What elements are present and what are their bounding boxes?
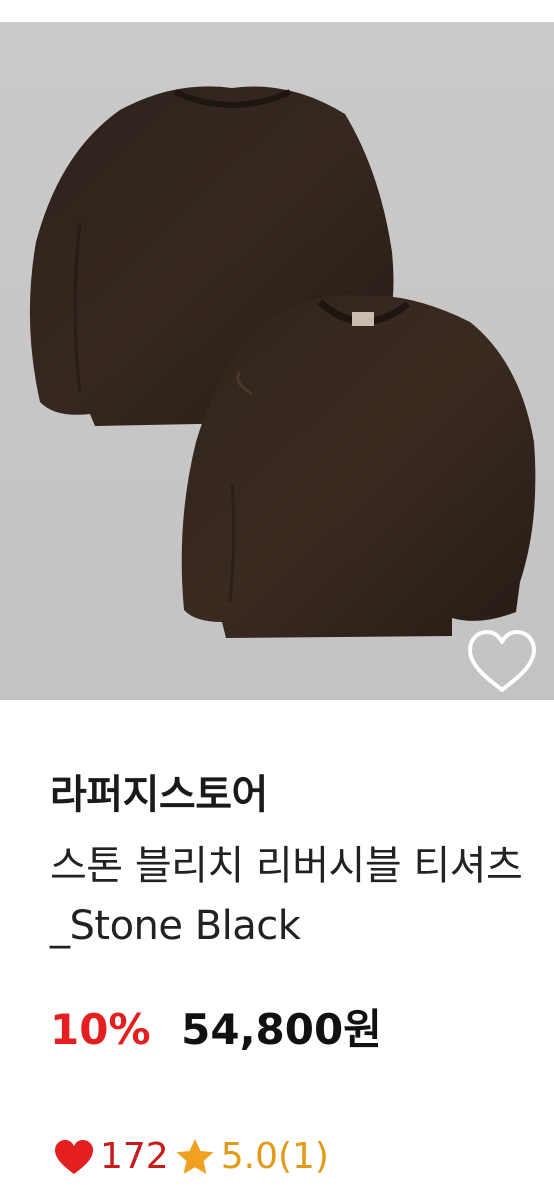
product-image[interactable] [0,22,554,700]
price-row: 10% 54,800원 [50,996,382,1057]
product-info[interactable]: 라퍼지스토어 스톤 블리치 리버시블 티셔츠_Stone Black 10% 5… [0,700,554,1200]
star-icon [173,1137,217,1177]
sale-price: 54,800원 [181,1005,382,1054]
product-stats: 172 5.0(1) [52,1136,329,1177]
rating-value: 5.0(1) [220,1136,329,1177]
like-count: 172 [100,1136,169,1177]
heart-outline-icon [468,630,536,692]
brand-name[interactable]: 라퍼지스토어 [50,762,268,820]
wishlist-heart-button[interactable] [464,626,540,696]
heart-filled-icon [52,1137,96,1177]
discount-rate: 10% [50,1005,151,1054]
top-strip [0,0,554,22]
product-title[interactable]: 스톤 블리치 리버시블 티셔츠_Stone Black [50,836,530,956]
product-photo [0,22,554,700]
